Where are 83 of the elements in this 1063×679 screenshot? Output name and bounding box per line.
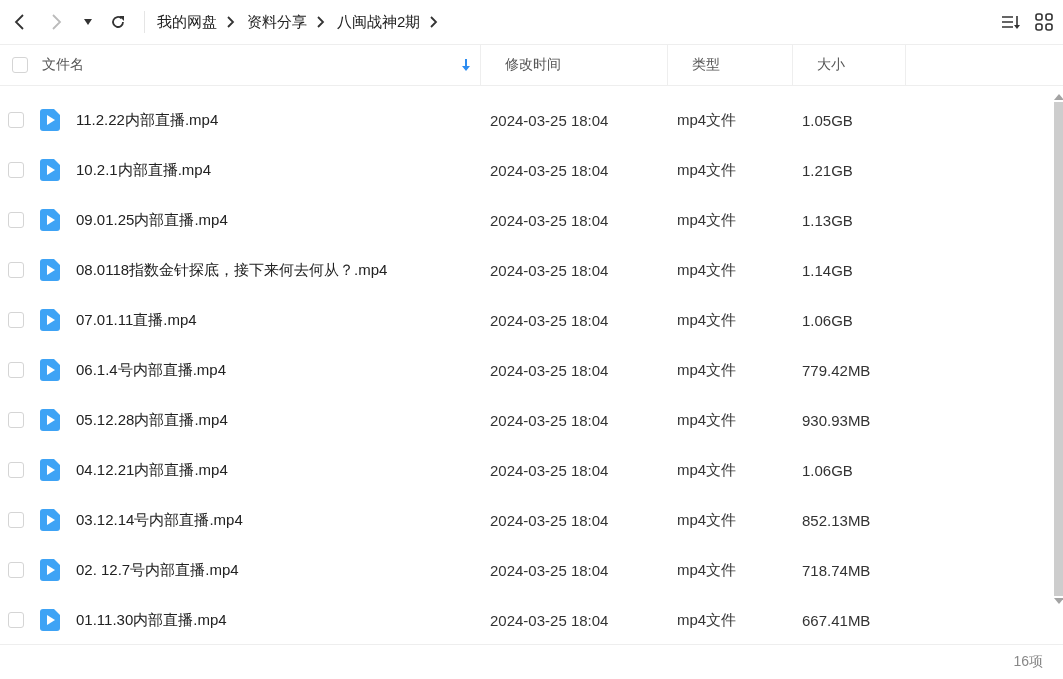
modified-time: 2024-03-25 18:04	[490, 511, 609, 529]
modified-time: 2024-03-25 18:04	[490, 361, 609, 379]
file-type: mp4文件	[677, 260, 737, 280]
row-checkbox[interactable]	[8, 112, 24, 128]
file-name[interactable]: 06.1.4号内部直播.mp4	[76, 360, 227, 380]
video-file-icon	[40, 359, 60, 381]
modified-time: 2024-03-25 18:04	[490, 561, 609, 579]
file-type: mp4文件	[677, 610, 737, 630]
file-name[interactable]: 01.11.30内部直播.mp4	[76, 610, 227, 630]
video-file-icon	[40, 459, 60, 481]
row-checkbox[interactable]	[8, 262, 24, 278]
file-name[interactable]: 02. 12.7号内部直播.mp4	[76, 560, 239, 580]
grid-view-icon[interactable]	[1035, 13, 1053, 31]
modified-time: 2024-03-25 18:04	[490, 311, 609, 329]
video-file-icon	[40, 559, 60, 581]
column-header[interactable]: 大小	[817, 56, 845, 74]
sort-icon[interactable]	[1001, 14, 1021, 30]
column-header[interactable]: 修改时间	[505, 56, 561, 74]
dropdown-icon[interactable]	[84, 19, 92, 25]
file-type: mp4文件	[677, 460, 737, 480]
video-file-icon	[40, 409, 60, 431]
file-size: 930.93MB	[802, 411, 871, 429]
file-name[interactable]: 11.2.22内部直播.mp4	[76, 110, 219, 130]
modified-time: 2024-03-25 18:04	[490, 261, 609, 279]
row-checkbox[interactable]	[8, 212, 24, 228]
select-all-checkbox[interactable]	[12, 57, 28, 73]
file-name[interactable]: 05.12.28内部直播.mp4	[76, 410, 228, 430]
file-name[interactable]: 10.2.1内部直播.mp4	[76, 160, 212, 180]
file-type: mp4文件	[677, 360, 737, 380]
video-file-icon	[40, 209, 60, 231]
file-type: mp4文件	[677, 110, 737, 130]
row-checkbox[interactable]	[8, 612, 24, 628]
file-size: 852.13MB	[802, 511, 871, 529]
modified-time: 2024-03-25 18:04	[490, 211, 609, 229]
file-size: 1.13GB	[802, 211, 853, 229]
video-file-icon	[40, 309, 60, 331]
file-type: mp4文件	[677, 310, 737, 330]
row-checkbox[interactable]	[8, 462, 24, 478]
refresh-icon[interactable]	[110, 14, 126, 30]
file-name[interactable]: 09.01.25内部直播.mp4	[76, 210, 228, 230]
video-file-icon	[40, 109, 60, 131]
breadcrumb-item[interactable]: 我的网盘	[157, 12, 217, 32]
video-file-icon	[40, 509, 60, 531]
file-type: mp4文件	[677, 160, 737, 180]
column-header[interactable]: 文件名	[42, 56, 462, 74]
file-type: mp4文件	[677, 210, 737, 230]
file-type: mp4文件	[677, 510, 737, 530]
row-checkbox[interactable]	[8, 312, 24, 328]
file-name[interactable]: 07.01.11直播.mp4	[76, 310, 197, 330]
file-name[interactable]: 03.12.14号内部直播.mp4	[76, 510, 243, 530]
sort-arrow-icon[interactable]	[462, 59, 470, 71]
video-file-icon	[40, 259, 60, 281]
row-checkbox[interactable]	[8, 412, 24, 428]
breadcrumb-item[interactable]: 资料分享	[247, 12, 307, 32]
modified-time: 2024-03-25 18:04	[490, 611, 609, 629]
breadcrumb-item[interactable]: 八闽战神2期	[337, 12, 421, 32]
column-header[interactable]: 类型	[692, 56, 720, 74]
file-size: 1.05GB	[802, 111, 853, 129]
file-size: 779.42MB	[802, 361, 871, 379]
video-file-icon	[40, 159, 60, 181]
chevron-icon	[430, 16, 439, 28]
modified-time: 2024-03-25 18:04	[490, 161, 609, 179]
file-size: 1.21GB	[802, 161, 853, 179]
file-size: 667.41MB	[802, 611, 871, 629]
file-size: 1.06GB	[802, 311, 853, 329]
chevron-icon	[317, 16, 325, 28]
file-name[interactable]: 08.0118指数金针探底，接下来何去何从？.mp4	[76, 260, 388, 280]
modified-time: 2024-03-25 18:04	[490, 111, 609, 129]
file-type: mp4文件	[677, 560, 737, 580]
file-name[interactable]: 04.12.21内部直播.mp4	[76, 460, 228, 480]
modified-time: 2024-03-25 18:04	[490, 461, 609, 479]
modified-time: 2024-03-25 18:04	[490, 411, 609, 429]
file-size: 718.74MB	[802, 561, 871, 579]
row-checkbox[interactable]	[8, 512, 24, 528]
item-count: 16项	[1013, 653, 1043, 671]
file-size: 1.06GB	[802, 461, 853, 479]
file-type: mp4文件	[677, 410, 737, 430]
chevron-icon	[227, 16, 235, 28]
video-file-icon	[40, 609, 60, 631]
file-size: 1.14GB	[802, 261, 853, 279]
row-checkbox[interactable]	[8, 362, 24, 378]
row-checkbox[interactable]	[8, 562, 24, 578]
row-checkbox[interactable]	[8, 162, 24, 178]
